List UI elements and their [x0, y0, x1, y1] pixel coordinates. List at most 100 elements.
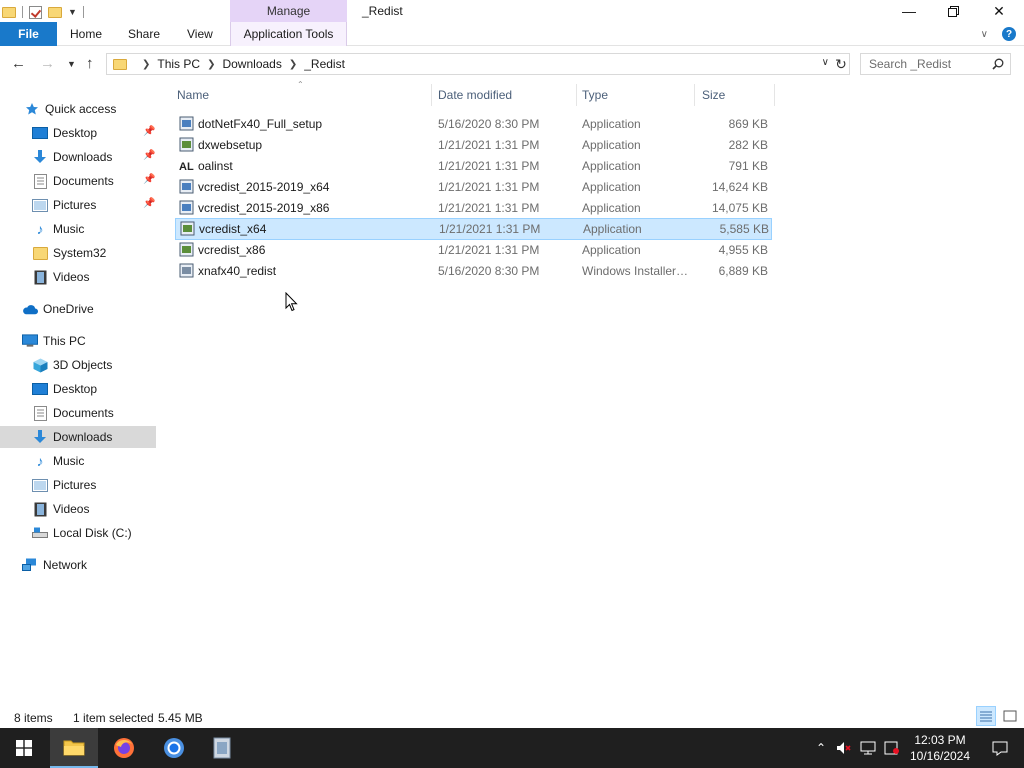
computer-icon	[22, 334, 38, 348]
installer-icon	[179, 200, 194, 215]
svg-text:AL: AL	[179, 161, 194, 173]
address-bar[interactable]: ❯ This PC ❯ Downloads ❯ _Redist ∨	[106, 53, 850, 75]
column-header-date-modified[interactable]: Date modified	[434, 84, 576, 106]
downloads-icon	[32, 150, 48, 164]
chrome-icon	[164, 738, 184, 758]
file-row[interactable]: vcredist_2015-2019_x86 1/21/2021 1:31 PM…	[175, 198, 772, 218]
file-row[interactable]: AL oalinst 1/21/2021 1:31 PM Application…	[175, 156, 772, 176]
chevron-right-icon[interactable]: ❯	[289, 59, 297, 70]
documents-icon	[32, 173, 48, 189]
file-row[interactable]: vcredist_2015-2019_x64 1/21/2021 1:31 PM…	[175, 177, 772, 197]
file-row[interactable]: dxwebsetup 1/21/2021 1:31 PM Application…	[175, 135, 772, 155]
installer-icon	[179, 242, 194, 257]
app-icon	[213, 737, 231, 759]
forward-arrow-icon[interactable]: →	[40, 55, 55, 72]
sidebar-item-desktop-pc[interactable]: Desktop	[0, 378, 156, 400]
column-header-size[interactable]: Size	[698, 84, 774, 106]
sidebar-item-music-pc[interactable]: ♪ Music	[0, 450, 156, 472]
sidebar-item-network[interactable]: Network	[0, 554, 156, 576]
network-icon	[22, 558, 38, 572]
sidebar-item-downloads-pc[interactable]: Downloads	[0, 426, 156, 448]
volume-muted-icon[interactable]	[836, 740, 852, 756]
file-row[interactable]: vcredist_x86 1/21/2021 1:31 PM Applicati…	[175, 240, 772, 260]
sidebar-item-pictures-pc[interactable]: Pictures	[0, 474, 156, 496]
pin-icon[interactable]: 📌	[143, 198, 155, 209]
taskbar-file-explorer[interactable]	[50, 728, 98, 768]
breadcrumb-downloads[interactable]: Downloads	[222, 57, 281, 71]
sidebar-item-downloads[interactable]: Downloads 📌	[0, 146, 156, 168]
sidebar-item-music[interactable]: ♪ Music	[0, 218, 156, 240]
help-icon[interactable]: ?	[1002, 27, 1016, 41]
refresh-icon[interactable]: ↻	[832, 53, 850, 75]
manage-contextual-tab[interactable]: Manage	[230, 0, 347, 22]
large-icons-view-button[interactable]	[1000, 706, 1020, 726]
firefox-icon	[114, 738, 134, 758]
up-arrow-icon[interactable]: ↑	[86, 55, 94, 72]
start-button[interactable]	[0, 728, 48, 768]
taskbar-chrome[interactable]	[150, 728, 198, 768]
file-row[interactable]: dotNetFx40_Full_setup 5/16/2020 8:30 PM …	[175, 114, 772, 134]
pin-icon[interactable]: 📌	[143, 126, 155, 137]
sidebar-item-documents[interactable]: Documents 📌	[0, 170, 156, 192]
search-icon[interactable]	[992, 58, 1004, 70]
tab-share[interactable]: Share	[128, 22, 160, 46]
taskbar: ⌃ 12:03 PM 10/16/2024	[0, 728, 1024, 768]
sidebar-item-videos[interactable]: Videos	[0, 266, 156, 288]
large-icons-view-icon	[1003, 710, 1017, 722]
recent-locations-icon[interactable]: ▼	[67, 59, 76, 69]
show-hidden-icons-icon[interactable]: ⌃	[816, 741, 826, 755]
taskbar-app[interactable]	[198, 728, 246, 768]
action-status-icon[interactable]	[884, 741, 900, 755]
search-box[interactable]	[860, 53, 1011, 75]
installer-icon	[179, 137, 194, 152]
sidebar-item-videos-pc[interactable]: Videos	[0, 498, 156, 520]
properties-icon[interactable]	[29, 5, 42, 19]
sidebar-item-quick-access[interactable]: Quick access	[24, 98, 180, 120]
sidebar-item-3d-objects[interactable]: 3D Objects	[0, 354, 156, 376]
action-center-button[interactable]	[976, 728, 1024, 768]
sidebar-item-documents-pc[interactable]: Documents	[0, 402, 156, 424]
expand-ribbon-icon[interactable]: ∨	[981, 29, 988, 40]
navigation-pane: Quick access Desktop 📌 Downloads 📌 Docum…	[0, 96, 156, 706]
pin-icon[interactable]: 📌	[143, 174, 155, 185]
folder-icon	[113, 58, 127, 70]
minimize-button[interactable]: —	[886, 0, 932, 22]
sidebar-item-system32[interactable]: System32	[0, 242, 156, 264]
chevron-down-icon[interactable]: ∨	[822, 57, 829, 68]
music-icon: ♪	[36, 453, 44, 469]
chevron-right-icon[interactable]: ❯	[207, 59, 215, 70]
chevron-right-icon[interactable]: ❯	[142, 59, 150, 70]
window-title: _Redist	[362, 4, 403, 18]
close-button[interactable]: ✕	[976, 0, 1022, 22]
column-header-name[interactable]: Name	[173, 84, 431, 106]
tab-home[interactable]: Home	[70, 22, 102, 46]
status-bar: 8 items 1 item selected 5.45 MB	[0, 708, 1024, 728]
sidebar-item-pictures[interactable]: Pictures 📌	[0, 194, 156, 216]
folder-icon	[2, 6, 16, 18]
sidebar-item-this-pc[interactable]: This PC	[0, 330, 156, 352]
tab-application-tools[interactable]: Application Tools	[230, 22, 347, 46]
column-header-type[interactable]: Type	[578, 84, 694, 106]
file-row-selected[interactable]: vcredist_x64 1/21/2021 1:31 PM Applicati…	[175, 218, 772, 240]
sidebar-item-onedrive[interactable]: OneDrive	[0, 298, 156, 320]
search-input[interactable]	[869, 57, 989, 71]
tab-file[interactable]: File	[0, 22, 57, 46]
installer-icon	[179, 179, 194, 194]
network-status-icon[interactable]	[860, 741, 878, 755]
taskbar-clock[interactable]: 12:03 PM 10/16/2024	[904, 732, 976, 764]
sidebar-item-desktop[interactable]: Desktop 📌	[0, 122, 156, 144]
pin-icon[interactable]: 📌	[143, 150, 155, 161]
sidebar-item-local-disk[interactable]: Local Disk (C:)	[0, 522, 156, 544]
taskbar-firefox[interactable]	[100, 728, 148, 768]
breadcrumb-redist[interactable]: _Redist	[304, 57, 345, 71]
title-bar: ▼ Manage _Redist — ✕	[0, 0, 1024, 22]
new-folder-icon[interactable]	[48, 6, 62, 18]
breadcrumb-this-pc[interactable]: This PC	[157, 57, 200, 71]
tab-view[interactable]: View	[187, 22, 213, 46]
details-view-button[interactable]	[976, 706, 996, 726]
back-arrow-icon[interactable]: ←	[11, 55, 26, 72]
maximize-button[interactable]	[930, 0, 976, 22]
customize-toolbar-icon[interactable]: ▼	[68, 7, 77, 17]
drive-icon	[32, 526, 48, 540]
file-row[interactable]: xnafx40_redist 5/16/2020 8:30 PM Windows…	[175, 261, 772, 281]
